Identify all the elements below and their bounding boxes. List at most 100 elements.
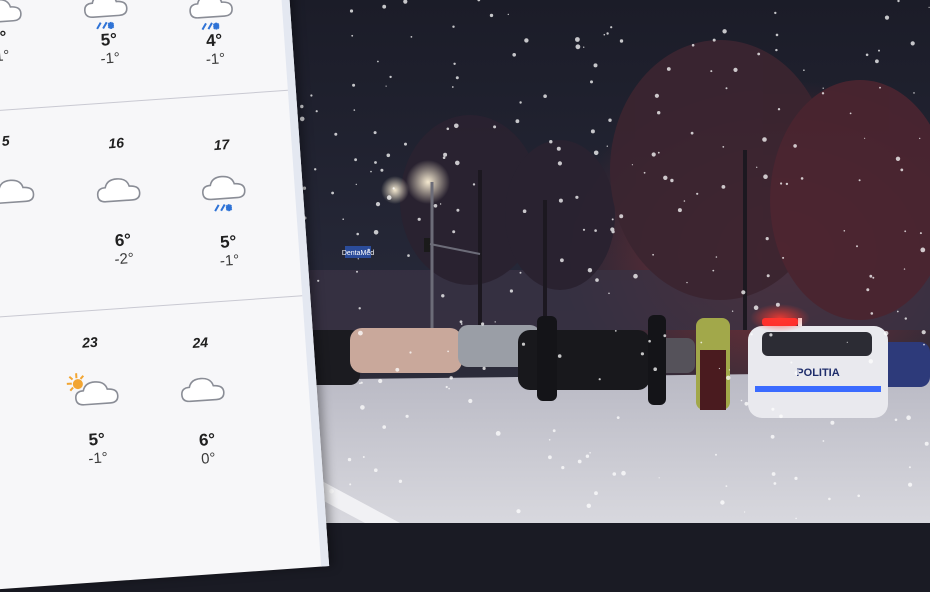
snowflake [613, 472, 617, 476]
row-divider [0, 90, 288, 117]
snowflake [904, 268, 905, 269]
snowflake [663, 334, 666, 337]
snowflake [380, 169, 383, 172]
snowflake [483, 367, 486, 370]
snowflake [374, 161, 377, 164]
snowflake [468, 399, 472, 403]
snowflake [774, 12, 776, 14]
snowflake [450, 376, 453, 379]
snowflake [356, 233, 359, 236]
snowflake [382, 425, 386, 429]
snowflake [604, 34, 606, 36]
cloud-icon [90, 169, 149, 213]
snowflake [878, 50, 880, 52]
snowflake [786, 183, 788, 185]
snowflake [386, 86, 387, 87]
snowflake [871, 312, 874, 315]
snowflake [575, 196, 578, 199]
forecast-day: 17 5° -1° [176, 133, 275, 272]
snowflake [590, 80, 593, 83]
snowflake [700, 342, 702, 344]
snowflake [512, 53, 516, 57]
snowflake [587, 504, 591, 508]
snowflake [678, 208, 682, 212]
snowflake [549, 439, 551, 441]
snowflake [619, 214, 623, 218]
snowflake [359, 307, 361, 309]
snowflake [790, 362, 792, 364]
snowflake [575, 37, 580, 42]
snowflake [576, 44, 581, 49]
snowflake [481, 322, 484, 325]
snowflake [612, 218, 614, 220]
snowflake [443, 156, 446, 159]
snowflake [712, 270, 714, 272]
snowflake [411, 36, 413, 38]
snowflake [771, 408, 774, 411]
day-number: 24 [155, 331, 246, 353]
snowflake [776, 34, 779, 37]
snowflake [456, 76, 459, 79]
snowflake [473, 183, 475, 185]
snowflake [553, 429, 556, 432]
snowflake [317, 280, 319, 282]
snowflake [895, 419, 898, 422]
snowflake [715, 454, 717, 456]
snow-cloud-icon [78, 0, 137, 32]
cloud-icon [174, 368, 233, 412]
snowflake [776, 303, 780, 307]
snowflake [376, 202, 380, 206]
snowflake [548, 455, 552, 459]
snowflake [745, 402, 749, 406]
snowflake [452, 86, 454, 88]
snowflake [495, 321, 496, 322]
snowflake [757, 53, 760, 56]
day-number: 5 [0, 129, 51, 151]
snowflake [866, 54, 869, 57]
snowflake [667, 67, 671, 71]
snowflake [351, 35, 353, 37]
snowflake [653, 367, 657, 371]
snowflake [356, 271, 358, 273]
snowflake [828, 498, 831, 501]
snowflake [741, 290, 745, 294]
snowflake [374, 468, 378, 472]
snowflake [794, 477, 797, 480]
snowflake [722, 146, 724, 148]
snowflake [909, 466, 911, 468]
snowflake [583, 47, 584, 48]
sun-cloud-icon [64, 368, 123, 412]
snowflake [460, 320, 463, 323]
snowflake [456, 209, 459, 212]
snowflake [766, 237, 769, 240]
day-number: 16 [71, 132, 162, 154]
snowflake [897, 311, 899, 313]
snowflake [387, 154, 391, 158]
snowflake [588, 268, 592, 272]
snowflake [516, 509, 520, 513]
snowflake [684, 200, 686, 202]
snowflake [608, 293, 610, 295]
snowflake [300, 105, 303, 108]
snowflake [801, 177, 804, 180]
snowflake [722, 185, 726, 189]
snowflake [686, 282, 687, 283]
snowflake [756, 167, 757, 168]
snowflake [795, 518, 797, 520]
snow-cloud-icon [196, 171, 255, 215]
snowflake [655, 94, 659, 98]
day-number: 17 [176, 133, 267, 155]
snowflake [608, 119, 611, 122]
snowflake [382, 5, 386, 9]
snowflake [906, 415, 911, 420]
snowflake [356, 184, 357, 185]
snowflake [310, 94, 312, 96]
snowflake [644, 172, 646, 174]
snowflake [407, 254, 410, 257]
snowflake [607, 146, 608, 147]
snowflake [621, 471, 626, 476]
snowflake [670, 179, 673, 182]
snowflake [453, 63, 455, 65]
snowflake [418, 218, 421, 221]
partly-sunny-icon [0, 0, 26, 30]
